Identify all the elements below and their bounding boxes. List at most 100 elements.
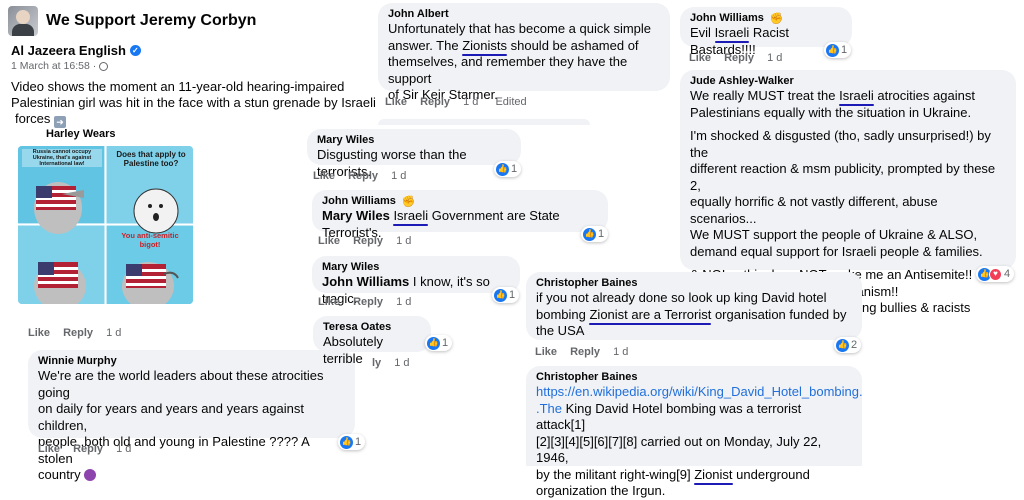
edited-label: Edited <box>495 96 527 108</box>
like-button[interactable]: Like <box>385 96 407 108</box>
comment-author[interactable]: John Albert <box>388 8 660 20</box>
comment-text: Unfortunately that has become a quick si… <box>388 21 660 104</box>
reply-button[interactable]: Reply <box>73 443 103 455</box>
comment-author[interactable]: Mary Wiles <box>322 261 510 273</box>
text-span: should be ashamed of <box>507 37 639 53</box>
devil-emoji-icon <box>84 469 97 481</box>
comment-time[interactable]: 1 d <box>106 327 121 339</box>
meme-text-top-left: Russia cannot occupy Ukraine, that's aga… <box>22 149 102 167</box>
comment-author[interactable]: Christopher Baines <box>536 277 852 289</box>
group-avatar[interactable] <box>8 6 38 36</box>
text-span: King David Hotel bombing was a terrorist… <box>536 400 802 433</box>
like-button[interactable]: Like <box>535 346 557 358</box>
reaction-count[interactable]: 👍 ♥ 4 <box>976 266 1015 282</box>
comment-text: if you not already done so look up king … <box>536 290 852 340</box>
group-name[interactable]: We Support Jeremy Corbyn <box>46 12 256 30</box>
post-text: Video shows the moment an 11-year-old he… <box>11 79 381 128</box>
wikipedia-link-tail[interactable]: .The <box>536 401 562 416</box>
like-button[interactable]: Like <box>313 170 335 182</box>
like-button[interactable]: Like <box>28 327 50 339</box>
comment-line-highlight: by the militant right-wing[9] Zionist un… <box>536 467 852 484</box>
comment-time[interactable]: 1 d <box>394 357 409 369</box>
like-reaction-icon: 👍 <box>583 227 596 241</box>
mention-link[interactable]: Mary Wiles <box>322 208 390 223</box>
comment-line: country <box>38 467 81 482</box>
meme-image[interactable]: Russia cannot occupy Ukraine, that's aga… <box>18 146 193 304</box>
like-button[interactable]: Like <box>318 235 340 247</box>
love-reaction-icon: ♥ <box>989 267 1002 281</box>
comment-author[interactable]: Mary Wiles <box>317 134 511 146</box>
meme-text-top-right: Does that apply to Palestine too? <box>116 150 186 168</box>
highlighted-text: Israeli <box>393 208 429 223</box>
like-button[interactable]: Like <box>318 296 340 308</box>
like-reaction-icon: 👍 <box>826 43 839 57</box>
comment-time[interactable]: 1 d <box>396 296 411 308</box>
comment-text: We're are the world leaders about these … <box>38 368 345 484</box>
comment-line: different reaction & msm publicity, prom… <box>690 161 996 193</box>
highlighted-text: Zionists <box>462 37 507 53</box>
like-button[interactable]: Like <box>38 443 60 455</box>
reaction-count[interactable]: 👍 1 <box>581 226 609 242</box>
post-author[interactable]: Al Jazeera English ✓ <box>11 43 141 58</box>
comment-author[interactable]: Teresa Oates <box>323 321 421 333</box>
comment-christopher-baines: Christopher Baines if you not already do… <box>526 272 862 340</box>
highlighted-text: Israeli <box>714 25 750 40</box>
reaction-count[interactable]: 👍 2 <box>834 337 862 353</box>
like-reaction-icon: 👍 <box>836 338 849 352</box>
reaction-number: 1 <box>509 289 516 301</box>
reaction-count[interactable]: 👍 1 <box>492 287 520 303</box>
reaction-count[interactable]: 👍 1 <box>824 42 852 58</box>
comment-author[interactable]: Jude Ashley-Walker <box>690 75 1006 87</box>
reaction-count[interactable]: 👍 1 <box>494 161 522 177</box>
reply-button[interactable]: Reply <box>63 327 93 339</box>
comment-text: https://en.wikipedia.org/wiki/King_David… <box>536 384 863 500</box>
post-author-name[interactable]: Al Jazeera English <box>11 43 126 58</box>
comment-time[interactable]: 1 d <box>391 170 406 182</box>
wikipedia-link[interactable]: https://en.wikipedia.org/wiki/King_David… <box>536 384 863 401</box>
comment-author[interactable]: Winnie Murphy <box>38 355 345 367</box>
like-button[interactable]: Like <box>689 52 711 64</box>
reply-button[interactable]: Reply <box>353 296 383 308</box>
reply-button[interactable]: Reply <box>724 52 754 64</box>
author-row: John Williams ✊ <box>690 12 842 25</box>
author-row: John Williams ✊ <box>322 195 598 208</box>
text-span: answer. The <box>388 37 463 53</box>
comment-actions: Like Reply 1 d <box>689 52 792 64</box>
comment-author[interactable]: Christopher Baines <box>536 371 852 383</box>
comment-time[interactable]: 1 d <box>463 96 478 108</box>
comment-line: if you not already done so look up king … <box>536 290 827 305</box>
reaction-count[interactable]: 👍 1 <box>425 335 453 351</box>
comment-time[interactable]: 1 d <box>396 235 411 247</box>
reaction-number: 1 <box>511 163 518 175</box>
comment-line: organization the Irgun. <box>536 483 666 498</box>
raised-fist-icon: ✊ <box>769 13 784 25</box>
meta-separator: · <box>92 60 97 72</box>
post-date[interactable]: 1 March at 16:58 <box>11 60 90 72</box>
comment-actions: Like Reply 1 d <box>38 443 141 455</box>
mention-link[interactable]: John Williams <box>322 274 409 289</box>
like-reaction-icon: 👍 <box>494 288 507 302</box>
reaction-number: 1 <box>442 337 449 349</box>
reply-button-partial[interactable]: ly <box>372 357 381 369</box>
comment-line: We MUST support the people of Ukraine & … <box>690 227 978 242</box>
text-span: We really MUST treat the <box>690 88 840 103</box>
bubble-edge <box>378 119 590 125</box>
reaction-number: 1 <box>598 228 605 240</box>
comment-author[interactable]: John Williams <box>690 12 764 24</box>
comment-line: demand equal support for Israeli people … <box>690 243 983 259</box>
reply-button[interactable]: Reply <box>348 170 378 182</box>
reply-button[interactable]: Reply <box>353 235 383 247</box>
reply-button[interactable]: Reply <box>420 96 450 108</box>
comment-time[interactable]: 1 d <box>767 52 782 64</box>
comment-time[interactable]: 1 d <box>116 443 131 455</box>
comment-author[interactable]: John Williams <box>322 195 396 207</box>
comment-time[interactable]: 1 d <box>613 346 628 358</box>
reaction-number: 1 <box>355 436 362 448</box>
comment-author[interactable]: Harley Wears <box>46 128 116 140</box>
comment-john-williams-reply: John Williams ✊ Mary Wiles Israeli Gover… <box>312 190 608 240</box>
reaction-count[interactable]: 👍 1 <box>338 434 366 450</box>
comment-line: .The King David Hotel bombing was a terr… <box>536 401 852 434</box>
reply-button[interactable]: Reply <box>570 346 600 358</box>
